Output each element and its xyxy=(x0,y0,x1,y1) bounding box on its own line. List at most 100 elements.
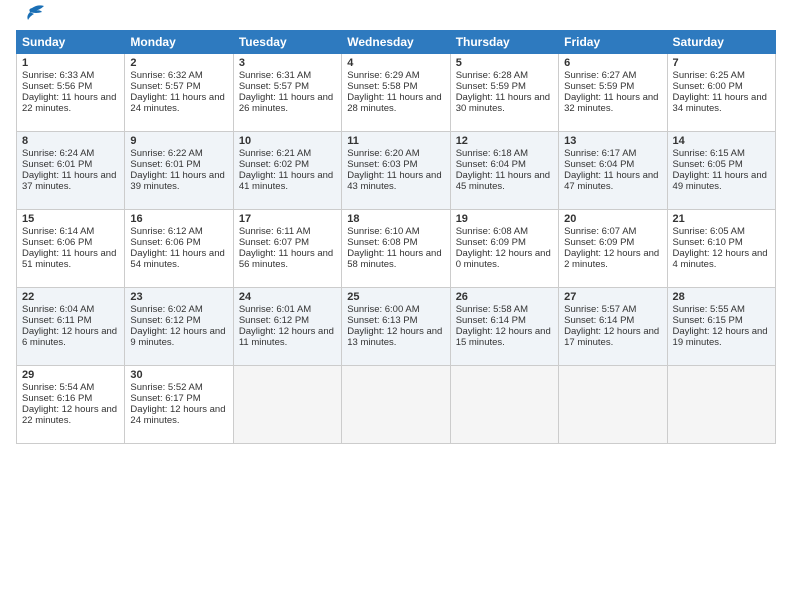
week-row-5: 29Sunrise: 5:54 AMSunset: 6:16 PMDayligh… xyxy=(17,366,776,444)
calendar-cell: 5Sunrise: 6:28 AMSunset: 5:59 PMDaylight… xyxy=(450,54,558,132)
sunset-label: Sunset: 5:59 PM xyxy=(564,81,634,92)
sunrise-label: Sunrise: 6:11 AM xyxy=(239,226,311,237)
sunset-label: Sunset: 5:57 PM xyxy=(239,81,309,92)
calendar-cell: 12Sunrise: 6:18 AMSunset: 6:04 PMDayligh… xyxy=(450,132,558,210)
day-number: 22 xyxy=(22,291,119,303)
logo xyxy=(16,14,46,26)
week-row-1: 1Sunrise: 6:33 AMSunset: 5:56 PMDaylight… xyxy=(17,54,776,132)
daylight-label: Daylight: 12 hours and 17 minutes. xyxy=(564,326,659,348)
calendar-cell: 18Sunrise: 6:10 AMSunset: 6:08 PMDayligh… xyxy=(342,210,450,288)
sunrise-label: Sunrise: 6:28 AM xyxy=(456,70,528,81)
sunset-label: Sunset: 6:02 PM xyxy=(239,159,309,170)
sunset-label: Sunset: 6:00 PM xyxy=(673,81,743,92)
day-number: 1 xyxy=(22,57,119,69)
daylight-label: Daylight: 11 hours and 28 minutes. xyxy=(347,92,441,114)
sunset-label: Sunset: 6:06 PM xyxy=(22,237,92,248)
sunrise-label: Sunrise: 5:58 AM xyxy=(456,304,528,315)
header-cell-wednesday: Wednesday xyxy=(342,31,450,54)
calendar-cell: 29Sunrise: 5:54 AMSunset: 6:16 PMDayligh… xyxy=(17,366,125,444)
sunset-label: Sunset: 6:10 PM xyxy=(673,237,743,248)
sunrise-label: Sunrise: 6:05 AM xyxy=(673,226,745,237)
calendar-cell: 9Sunrise: 6:22 AMSunset: 6:01 PMDaylight… xyxy=(125,132,233,210)
day-number: 26 xyxy=(456,291,553,303)
daylight-label: Daylight: 11 hours and 26 minutes. xyxy=(239,92,333,114)
day-number: 15 xyxy=(22,213,119,225)
sunrise-label: Sunrise: 6:01 AM xyxy=(239,304,311,315)
sunset-label: Sunset: 6:15 PM xyxy=(673,315,743,326)
header-cell-saturday: Saturday xyxy=(667,31,775,54)
week-row-2: 8Sunrise: 6:24 AMSunset: 6:01 PMDaylight… xyxy=(17,132,776,210)
calendar-cell: 22Sunrise: 6:04 AMSunset: 6:11 PMDayligh… xyxy=(17,288,125,366)
daylight-label: Daylight: 11 hours and 58 minutes. xyxy=(347,248,441,270)
day-number: 23 xyxy=(130,291,227,303)
daylight-label: Daylight: 11 hours and 34 minutes. xyxy=(673,92,767,114)
sunrise-label: Sunrise: 6:33 AM xyxy=(22,70,94,81)
day-number: 9 xyxy=(130,135,227,147)
sunrise-label: Sunrise: 6:31 AM xyxy=(239,70,311,81)
logo-bird-icon xyxy=(18,4,46,26)
daylight-label: Daylight: 11 hours and 49 minutes. xyxy=(673,170,767,192)
day-number: 18 xyxy=(347,213,444,225)
week-row-3: 15Sunrise: 6:14 AMSunset: 6:06 PMDayligh… xyxy=(17,210,776,288)
header-cell-friday: Friday xyxy=(559,31,667,54)
sunrise-label: Sunrise: 6:17 AM xyxy=(564,148,636,159)
sunrise-label: Sunrise: 6:04 AM xyxy=(22,304,94,315)
calendar-cell: 23Sunrise: 6:02 AMSunset: 6:12 PMDayligh… xyxy=(125,288,233,366)
calendar-cell: 28Sunrise: 5:55 AMSunset: 6:15 PMDayligh… xyxy=(667,288,775,366)
sunrise-label: Sunrise: 6:15 AM xyxy=(673,148,745,159)
sunset-label: Sunset: 6:09 PM xyxy=(456,237,526,248)
calendar-cell xyxy=(559,366,667,444)
sunset-label: Sunset: 6:04 PM xyxy=(564,159,634,170)
daylight-label: Daylight: 12 hours and 22 minutes. xyxy=(22,404,117,426)
calendar-cell xyxy=(450,366,558,444)
day-number: 30 xyxy=(130,369,227,381)
daylight-label: Daylight: 11 hours and 51 minutes. xyxy=(22,248,116,270)
sunset-label: Sunset: 6:07 PM xyxy=(239,237,309,248)
daylight-label: Daylight: 11 hours and 43 minutes. xyxy=(347,170,441,192)
sunset-label: Sunset: 6:06 PM xyxy=(130,237,200,248)
sunrise-label: Sunrise: 6:24 AM xyxy=(22,148,94,159)
daylight-label: Daylight: 11 hours and 41 minutes. xyxy=(239,170,333,192)
sunset-label: Sunset: 6:01 PM xyxy=(130,159,200,170)
sunrise-label: Sunrise: 6:14 AM xyxy=(22,226,94,237)
sunset-label: Sunset: 6:14 PM xyxy=(564,315,634,326)
sunset-label: Sunset: 6:13 PM xyxy=(347,315,417,326)
day-number: 2 xyxy=(130,57,227,69)
calendar-cell: 2Sunrise: 6:32 AMSunset: 5:57 PMDaylight… xyxy=(125,54,233,132)
daylight-label: Daylight: 12 hours and 13 minutes. xyxy=(347,326,442,348)
calendar-cell: 24Sunrise: 6:01 AMSunset: 6:12 PMDayligh… xyxy=(233,288,341,366)
sunset-label: Sunset: 5:57 PM xyxy=(130,81,200,92)
daylight-label: Daylight: 11 hours and 47 minutes. xyxy=(564,170,658,192)
daylight-label: Daylight: 11 hours and 22 minutes. xyxy=(22,92,116,114)
calendar-cell: 21Sunrise: 6:05 AMSunset: 6:10 PMDayligh… xyxy=(667,210,775,288)
daylight-label: Daylight: 12 hours and 6 minutes. xyxy=(22,326,117,348)
sunset-label: Sunset: 6:04 PM xyxy=(456,159,526,170)
header-cell-sunday: Sunday xyxy=(17,31,125,54)
header-cell-thursday: Thursday xyxy=(450,31,558,54)
calendar-table: SundayMondayTuesdayWednesdayThursdayFrid… xyxy=(16,30,776,444)
day-number: 28 xyxy=(673,291,770,303)
calendar-cell xyxy=(233,366,341,444)
sunset-label: Sunset: 5:58 PM xyxy=(347,81,417,92)
sunrise-label: Sunrise: 5:55 AM xyxy=(673,304,745,315)
daylight-label: Daylight: 11 hours and 39 minutes. xyxy=(130,170,224,192)
daylight-label: Daylight: 12 hours and 9 minutes. xyxy=(130,326,225,348)
day-number: 5 xyxy=(456,57,553,69)
calendar-cell: 17Sunrise: 6:11 AMSunset: 6:07 PMDayligh… xyxy=(233,210,341,288)
day-number: 21 xyxy=(673,213,770,225)
sunset-label: Sunset: 6:12 PM xyxy=(130,315,200,326)
daylight-label: Daylight: 11 hours and 30 minutes. xyxy=(456,92,550,114)
sunset-label: Sunset: 6:16 PM xyxy=(22,393,92,404)
sunrise-label: Sunrise: 6:00 AM xyxy=(347,304,419,315)
day-number: 11 xyxy=(347,135,444,147)
calendar-cell: 14Sunrise: 6:15 AMSunset: 6:05 PMDayligh… xyxy=(667,132,775,210)
daylight-label: Daylight: 12 hours and 2 minutes. xyxy=(564,248,659,270)
header-cell-tuesday: Tuesday xyxy=(233,31,341,54)
sunrise-label: Sunrise: 6:22 AM xyxy=(130,148,202,159)
sunset-label: Sunset: 6:05 PM xyxy=(673,159,743,170)
sunset-label: Sunset: 5:59 PM xyxy=(456,81,526,92)
sunrise-label: Sunrise: 6:12 AM xyxy=(130,226,202,237)
day-number: 24 xyxy=(239,291,336,303)
day-number: 4 xyxy=(347,57,444,69)
sunrise-label: Sunrise: 5:54 AM xyxy=(22,382,94,393)
